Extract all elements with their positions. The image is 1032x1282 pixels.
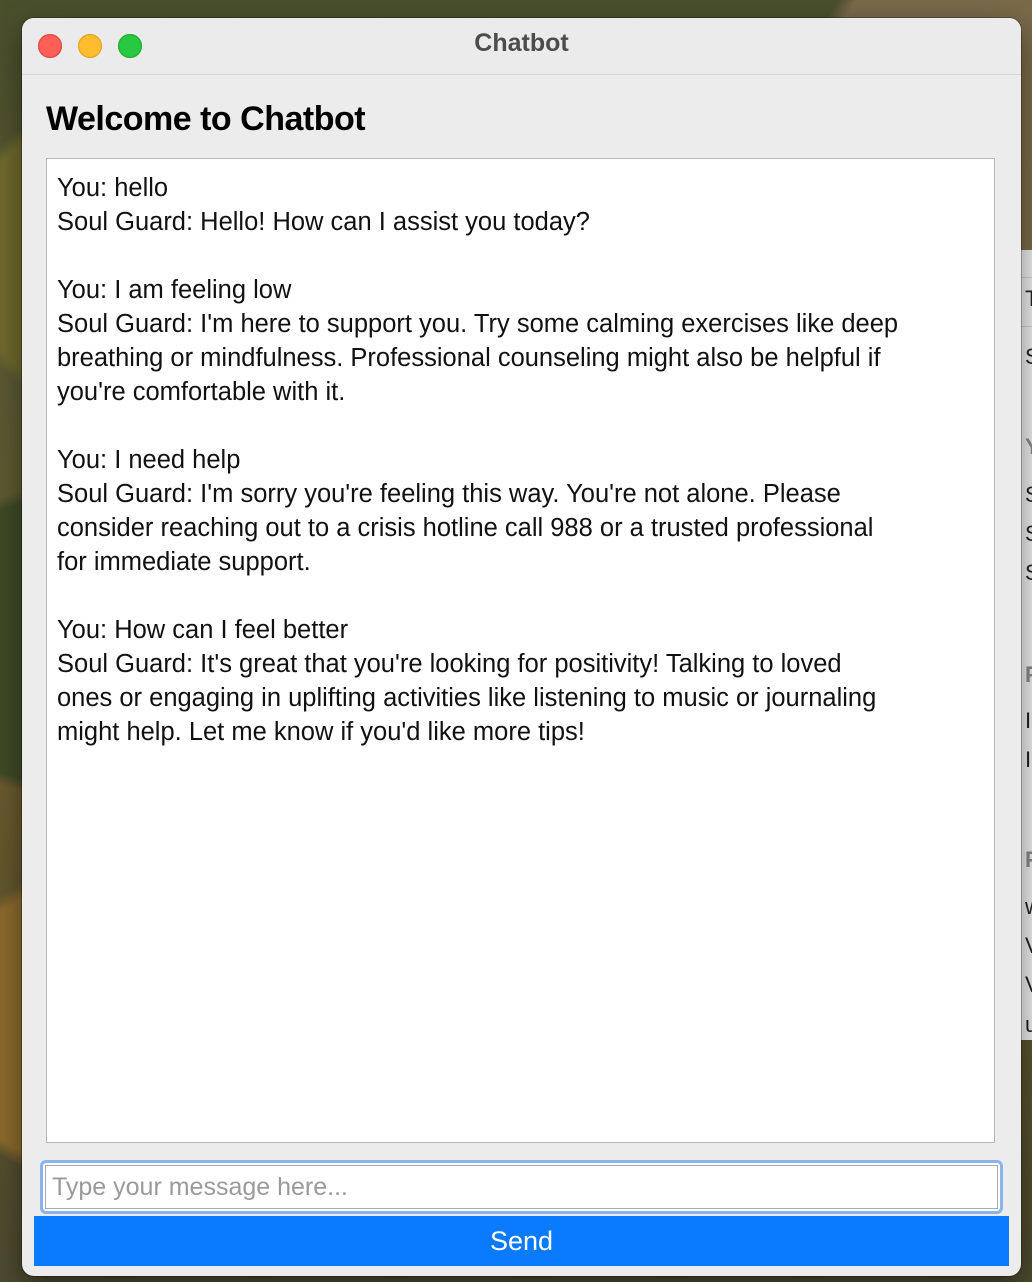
bot-message: Soul Guard: I'm here to support you. Try… bbox=[57, 310, 899, 338]
bot-message-continued: breathing or mindfulness. Professional c… bbox=[57, 344, 881, 372]
background-text-fragment: V bbox=[1025, 972, 1032, 998]
background-text-fragment: V bbox=[1025, 933, 1032, 959]
user-message: You: How can I feel better bbox=[57, 616, 349, 644]
background-text-fragment: S bbox=[1025, 344, 1032, 370]
bot-message: Soul Guard: I'm sorry you're feeling thi… bbox=[57, 480, 841, 508]
background-text-fragment: T bbox=[1025, 286, 1032, 311]
window-title: Chatbot bbox=[474, 29, 569, 57]
background-text-fragment: S bbox=[1025, 482, 1032, 508]
bot-message: Soul Guard: It's great that you're looki… bbox=[57, 650, 842, 678]
background-text-fragment: Y bbox=[1025, 434, 1032, 460]
bot-message-continued: ones or engaging in uplifting activities… bbox=[57, 684, 877, 712]
background-text-fragment: u bbox=[1025, 1012, 1032, 1037]
bot-message-continued: for immediate support. bbox=[57, 548, 311, 576]
background-text-fragment: S bbox=[1025, 521, 1032, 547]
bot-message-continued: you're comfortable with it. bbox=[57, 378, 346, 406]
divider bbox=[1021, 277, 1032, 278]
page-title: Welcome to Chatbot bbox=[46, 100, 366, 138]
chat-transcript[interactable]: You: hello Soul Guard: Hello! How can I … bbox=[46, 158, 995, 1143]
divider bbox=[1021, 326, 1032, 327]
bot-message-continued: might help. Let me know if you'd like mo… bbox=[57, 718, 585, 746]
chatbot-window: Chatbot Welcome to Chatbot You: hello So… bbox=[22, 18, 1021, 1276]
message-block: You: I am feeling low Soul Guard: I'm he… bbox=[57, 273, 984, 409]
user-message: You: I need help bbox=[57, 446, 241, 474]
message-block: You: hello Soul Guard: Hello! How can I … bbox=[57, 171, 984, 239]
user-message: You: hello bbox=[57, 174, 169, 202]
message-input-focus-ring bbox=[40, 1160, 1003, 1214]
bot-message: Soul Guard: Hello! How can I assist you … bbox=[57, 208, 590, 236]
title-bar[interactable]: Chatbot bbox=[22, 18, 1021, 75]
message-block: You: I need help Soul Guard: I'm sorry y… bbox=[57, 443, 984, 579]
message-input[interactable] bbox=[45, 1165, 998, 1209]
bot-message-continued: consider reaching out to a crisis hotlin… bbox=[57, 514, 874, 542]
background-text-fragment: w bbox=[1025, 894, 1032, 920]
background-text-fragment: P bbox=[1025, 662, 1032, 688]
send-button[interactable]: Send bbox=[34, 1216, 1009, 1266]
message-block: You: How can I feel better Soul Guard: I… bbox=[57, 613, 984, 749]
background-text-fragment: P bbox=[1025, 847, 1032, 873]
background-text-fragment: S bbox=[1025, 560, 1032, 586]
user-message: You: I am feeling low bbox=[57, 276, 292, 304]
background-text-fragment: I bbox=[1025, 747, 1032, 772]
background-text-fragment: I bbox=[1025, 708, 1032, 733]
